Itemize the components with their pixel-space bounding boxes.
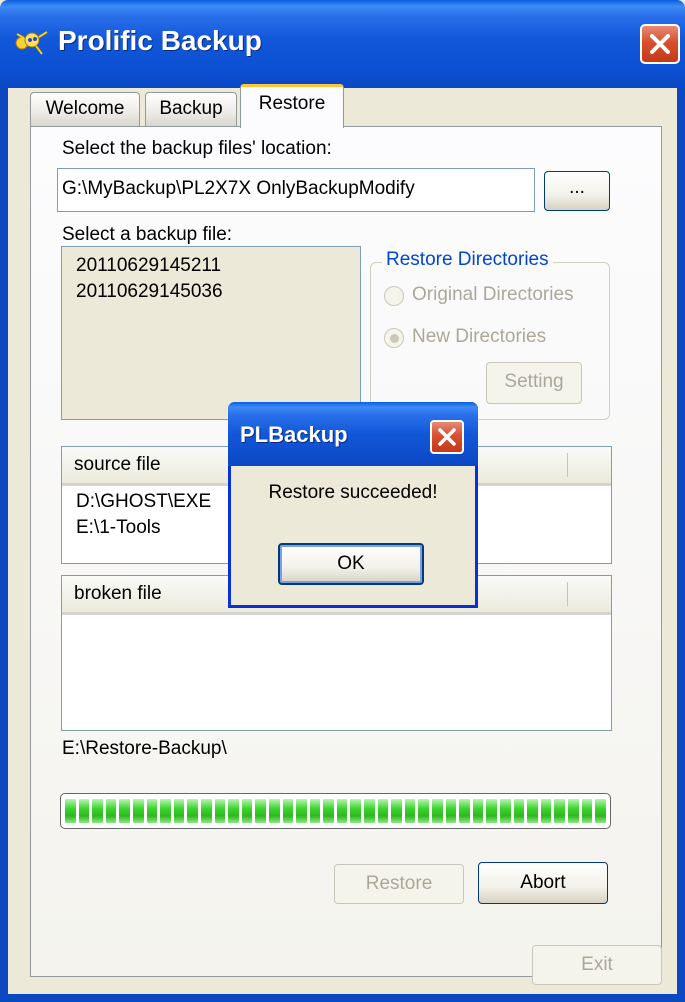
destination-path: E:\Restore-Backup\ bbox=[62, 738, 227, 759]
progress-segment bbox=[527, 799, 538, 823]
window-frame-right bbox=[677, 88, 685, 1002]
abort-button[interactable]: Abort bbox=[478, 862, 608, 904]
progress-fill bbox=[65, 799, 606, 823]
ok-button[interactable]: OK bbox=[278, 543, 424, 585]
location-label: Select the backup files' location: bbox=[62, 138, 332, 159]
window-frame-left bbox=[0, 88, 8, 1002]
progress-segment bbox=[377, 799, 389, 823]
progress-segment bbox=[105, 799, 117, 823]
restore-button[interactable]: Restore bbox=[334, 864, 464, 904]
progress-segment bbox=[65, 799, 76, 823]
progress-segment bbox=[432, 799, 443, 823]
new-directories-label: New Directories bbox=[412, 326, 547, 347]
list-item[interactable]: 20110629145211 bbox=[62, 253, 360, 279]
original-directories-label: Original Directories bbox=[412, 284, 574, 305]
tab-welcome[interactable]: Welcome bbox=[30, 92, 140, 126]
close-icon bbox=[438, 428, 456, 446]
progress-segment bbox=[581, 799, 593, 823]
location-field[interactable]: G:\MyBackup\PL2X7X OnlyBackupModify bbox=[57, 168, 535, 212]
broken-file-column-header[interactable]: broken file bbox=[62, 576, 162, 612]
progress-segment bbox=[391, 799, 402, 823]
progress-segment bbox=[173, 799, 185, 823]
exit-button[interactable]: Exit bbox=[532, 945, 662, 985]
progress-segment bbox=[323, 799, 334, 823]
radio-selected-dot bbox=[390, 334, 399, 343]
progress-segment bbox=[160, 799, 171, 823]
progress-segment bbox=[132, 799, 144, 823]
progress-segment bbox=[364, 799, 375, 823]
progress-segment bbox=[78, 799, 90, 823]
progress-segment bbox=[214, 799, 226, 823]
progress-segment bbox=[554, 799, 565, 823]
tab-backup[interactable]: Backup bbox=[145, 92, 237, 126]
dialog-message: Restore succeeded! bbox=[268, 482, 438, 503]
progress-segment bbox=[513, 799, 525, 823]
progress-segment bbox=[228, 799, 239, 823]
column-separator[interactable] bbox=[567, 453, 568, 477]
original-directories-radio[interactable] bbox=[384, 286, 404, 306]
table-row[interactable]: E:\1-Tools bbox=[76, 517, 160, 539]
progress-segment bbox=[404, 799, 416, 823]
progress-segment bbox=[418, 799, 430, 823]
dialog-close-button[interactable] bbox=[430, 420, 464, 454]
dialog-title: PLBackup bbox=[240, 422, 348, 447]
progress-segment bbox=[241, 799, 253, 823]
progress-segment bbox=[146, 799, 158, 823]
column-separator[interactable] bbox=[567, 582, 568, 606]
list-item[interactable]: 20110629145036 bbox=[62, 279, 360, 305]
browse-button[interactable]: ... bbox=[544, 171, 610, 211]
progress-segment bbox=[200, 799, 212, 823]
restore-progress-bar bbox=[60, 793, 611, 829]
progress-segment bbox=[500, 799, 511, 823]
progress-segment bbox=[309, 799, 321, 823]
window-close-button[interactable] bbox=[640, 24, 680, 64]
progress-segment bbox=[540, 799, 552, 823]
close-icon bbox=[650, 34, 670, 54]
progress-segment bbox=[350, 799, 362, 823]
table-row[interactable]: D:\GHOST\EXE bbox=[76, 491, 211, 513]
progress-segment bbox=[472, 799, 484, 823]
backup-file-label: Select a backup file: bbox=[62, 224, 233, 245]
progress-segment bbox=[92, 799, 103, 823]
prolific-app-icon bbox=[12, 26, 52, 60]
progress-segment bbox=[595, 799, 606, 823]
progress-segment bbox=[336, 799, 348, 823]
progress-segment bbox=[567, 799, 579, 823]
source-file-column-header[interactable]: source file bbox=[62, 447, 161, 483]
progress-segment bbox=[459, 799, 470, 823]
new-directories-radio[interactable] bbox=[384, 328, 404, 348]
setting-button[interactable]: Setting bbox=[486, 362, 582, 404]
tab-restore[interactable]: Restore bbox=[240, 84, 344, 128]
progress-segment bbox=[187, 799, 198, 823]
restore-directories-label: Restore Directories bbox=[382, 249, 553, 271]
progress-segment bbox=[119, 799, 130, 823]
progress-segment bbox=[486, 799, 497, 823]
progress-segment bbox=[445, 799, 457, 823]
window-frame-bottom bbox=[0, 994, 685, 1002]
progress-segment bbox=[268, 799, 280, 823]
window-title: Prolific Backup bbox=[58, 25, 262, 56]
progress-segment bbox=[282, 799, 294, 823]
progress-segment bbox=[255, 799, 266, 823]
progress-segment bbox=[296, 799, 307, 823]
backup-file-list[interactable]: 20110629145211 20110629145036 bbox=[61, 246, 361, 420]
